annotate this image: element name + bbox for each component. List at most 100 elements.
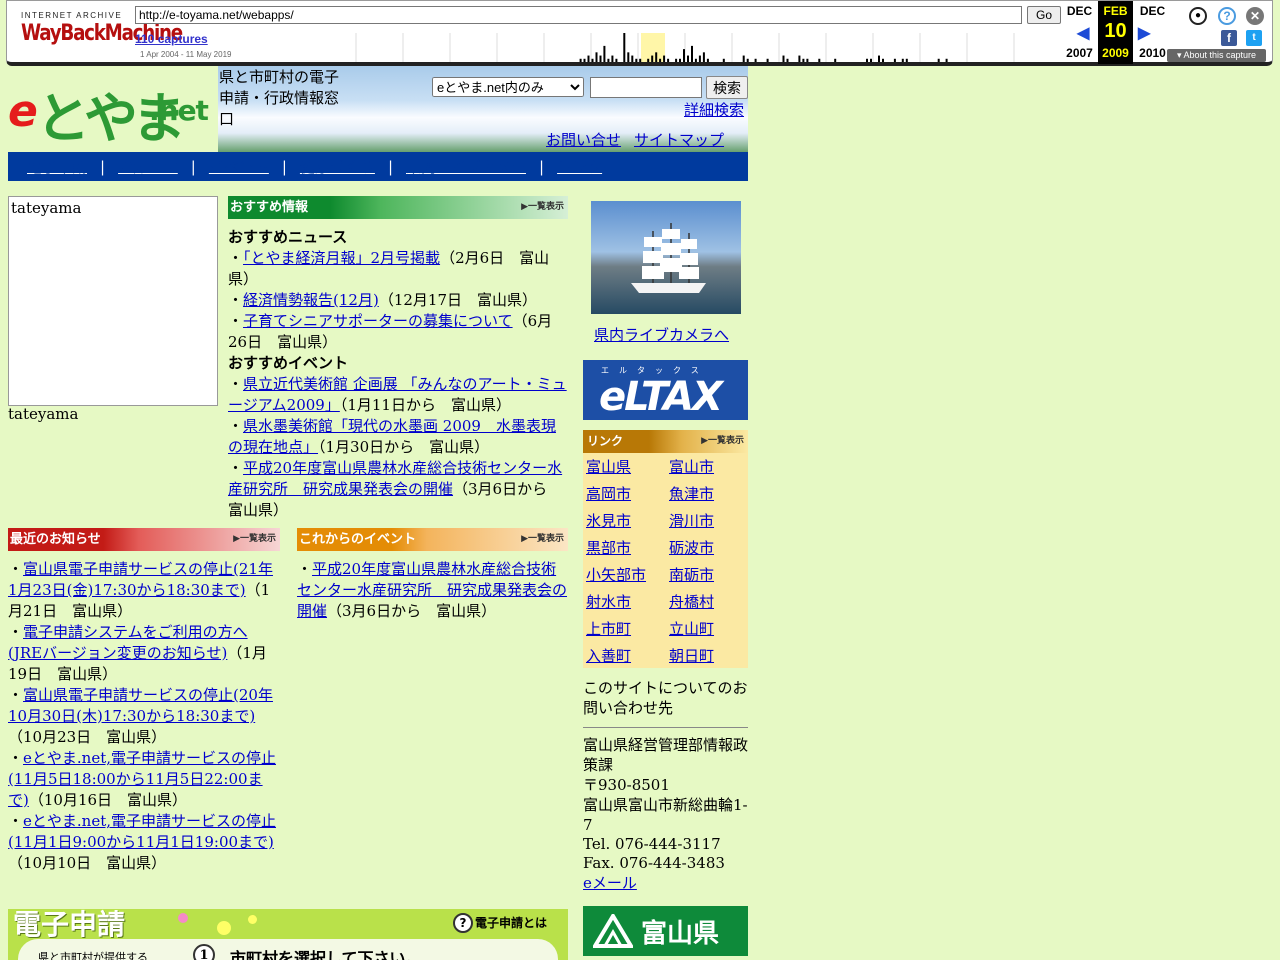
list-item-link[interactable]: eとやま.net,電子申請サービスの停止(11月1日9:00から11月1日19:…: [8, 812, 276, 851]
municipality-link[interactable]: 朝日町: [669, 647, 714, 665]
capture-bar[interactable]: [607, 58, 610, 62]
capture-bar[interactable]: [615, 58, 618, 62]
capture-bar[interactable]: [798, 55, 801, 62]
capture-bar[interactable]: [663, 55, 666, 62]
nav-item[interactable]: 県内ライブカメラ: [406, 158, 526, 176]
advanced-search-link[interactable]: 詳細検索: [684, 99, 744, 120]
contact-email-link[interactable]: eメール: [583, 874, 637, 892]
municipality-link[interactable]: 上市町: [586, 620, 631, 638]
capture-bar[interactable]: [834, 58, 837, 62]
sitemap-link[interactable]: サイトマップ: [634, 131, 724, 149]
capture-bar[interactable]: [893, 58, 896, 62]
list-item-link[interactable]: 「とやま経済月報」2月号掲載: [243, 249, 440, 267]
capture-bar[interactable]: [802, 58, 805, 62]
list-item-link[interactable]: 子育てシニアサポーターの募集について: [243, 312, 513, 330]
municipality-link[interactable]: 高岡市: [586, 485, 631, 503]
capture-bar[interactable]: [937, 58, 940, 62]
next-arrow-icon[interactable]: ▶: [1138, 23, 1150, 43]
capture-bar[interactable]: [691, 45, 693, 62]
capture-bar[interactable]: [639, 58, 642, 62]
captures-link[interactable]: 110 captures: [135, 32, 208, 46]
list-item-link[interactable]: 富山県電子申請サービスの停止(21年1月23日(金)17:30から18:30まで…: [8, 560, 273, 599]
wayback-go-button[interactable]: Go: [1027, 6, 1061, 24]
municipality-link[interactable]: 滑川市: [669, 512, 714, 530]
capture-bar[interactable]: [679, 58, 681, 62]
live-camera-link[interactable]: 県内ライブカメラへ: [594, 324, 729, 345]
capture-bar[interactable]: [627, 52, 630, 62]
list-item-link[interactable]: 富山県電子申請サービスの停止(20年10月30日(木)17:30から18:30ま…: [8, 686, 273, 725]
capture-bar[interactable]: [786, 58, 789, 62]
capture-bar[interactable]: [683, 49, 685, 62]
municipality-link[interactable]: 氷見市: [586, 512, 631, 530]
capture-bar[interactable]: [901, 58, 904, 62]
capture-bar[interactable]: [818, 58, 821, 62]
twitter-icon[interactable]: t: [1246, 30, 1262, 46]
nav-item[interactable]: 電子申請: [27, 158, 87, 176]
capture-bar[interactable]: [782, 55, 785, 62]
capture-bar[interactable]: [702, 52, 705, 62]
capture-bar[interactable]: [667, 58, 670, 62]
prev-arrow-icon[interactable]: ◀: [1077, 23, 1089, 43]
capture-bar[interactable]: [675, 58, 678, 62]
search-scope-select[interactable]: eとやま.net内のみ: [432, 77, 584, 97]
wayback-url-input[interactable]: [135, 6, 1022, 24]
capture-bar[interactable]: [706, 58, 709, 62]
nav-item[interactable]: お知らせ: [118, 158, 178, 176]
capture-bar[interactable]: [742, 55, 745, 62]
list-item-link[interactable]: 経済情勢報告(12月): [243, 291, 379, 309]
denshi-about-link[interactable]: ? 電子申請とは: [453, 913, 547, 933]
capture-bar[interactable]: [655, 52, 658, 62]
search-button[interactable]: 検索: [706, 76, 748, 99]
capture-bar[interactable]: [651, 55, 654, 62]
municipality-link[interactable]: 射水市: [586, 593, 631, 611]
news-more-link[interactable]: ▶一覧表示: [233, 528, 276, 551]
municipality-link[interactable]: 富山市: [669, 458, 714, 476]
capture-bar[interactable]: [806, 58, 809, 62]
recommend-more-link[interactable]: ▶一覧表示: [521, 196, 564, 219]
links-more-link[interactable]: ▶一覧表示: [701, 430, 744, 453]
municipality-link[interactable]: 入善町: [586, 647, 631, 665]
municipality-link[interactable]: 富山県: [586, 458, 631, 476]
live-camera-image[interactable]: [591, 201, 741, 314]
capture-bar[interactable]: [905, 58, 908, 62]
facebook-icon[interactable]: f: [1221, 30, 1237, 46]
municipality-link[interactable]: 立山町: [669, 620, 714, 638]
capture-bar[interactable]: [599, 55, 602, 62]
nav-item[interactable]: 健康づくり: [300, 158, 375, 176]
user-icon[interactable]: ●: [1189, 7, 1207, 25]
capture-bar[interactable]: [611, 55, 614, 62]
capture-bar[interactable]: [659, 58, 662, 62]
list-item-link[interactable]: 電子申請システムをご利用の方へ(JREバージョン変更のお知らせ): [8, 623, 248, 662]
capture-bar[interactable]: [587, 55, 590, 62]
municipality-link[interactable]: 魚津市: [669, 485, 714, 503]
capture-bar[interactable]: [878, 55, 880, 62]
municipality-link[interactable]: 小矢部市: [586, 566, 646, 584]
capture-bar[interactable]: [754, 58, 757, 62]
capture-bar[interactable]: [870, 58, 872, 62]
toyama-pref-banner[interactable]: 富山県: [583, 906, 748, 956]
close-icon[interactable]: ✕: [1246, 7, 1264, 25]
search-input[interactable]: [590, 77, 702, 98]
capture-bar[interactable]: [866, 58, 868, 62]
site-logo[interactable]: e とやま .net: [8, 68, 218, 150]
municipality-link[interactable]: 南砺市: [669, 566, 714, 584]
municipality-link[interactable]: 砺波市: [669, 539, 714, 557]
help-icon[interactable]: ?: [1218, 7, 1236, 25]
events-more-link[interactable]: ▶一覧表示: [521, 528, 564, 551]
capture-bar[interactable]: [945, 58, 948, 62]
capture-bar[interactable]: [694, 58, 697, 62]
eltax-banner[interactable]: エルタックス eLTAX: [583, 360, 748, 420]
municipality-link[interactable]: 舟橋村: [669, 593, 714, 611]
capture-bar[interactable]: [882, 58, 884, 62]
capture-bar[interactable]: [635, 58, 638, 62]
capture-bar[interactable]: [698, 55, 701, 62]
capture-bar[interactable]: [595, 52, 598, 62]
capture-sparkline[interactable]: [309, 33, 1061, 62]
capture-bar[interactable]: [687, 55, 689, 62]
capture-bar[interactable]: [591, 58, 594, 62]
capture-bar[interactable]: [579, 58, 582, 62]
nav-item[interactable]: リンク: [557, 158, 602, 176]
capture-bar[interactable]: [631, 55, 634, 62]
capture-bar[interactable]: [647, 58, 650, 62]
capture-bar[interactable]: [766, 58, 769, 62]
